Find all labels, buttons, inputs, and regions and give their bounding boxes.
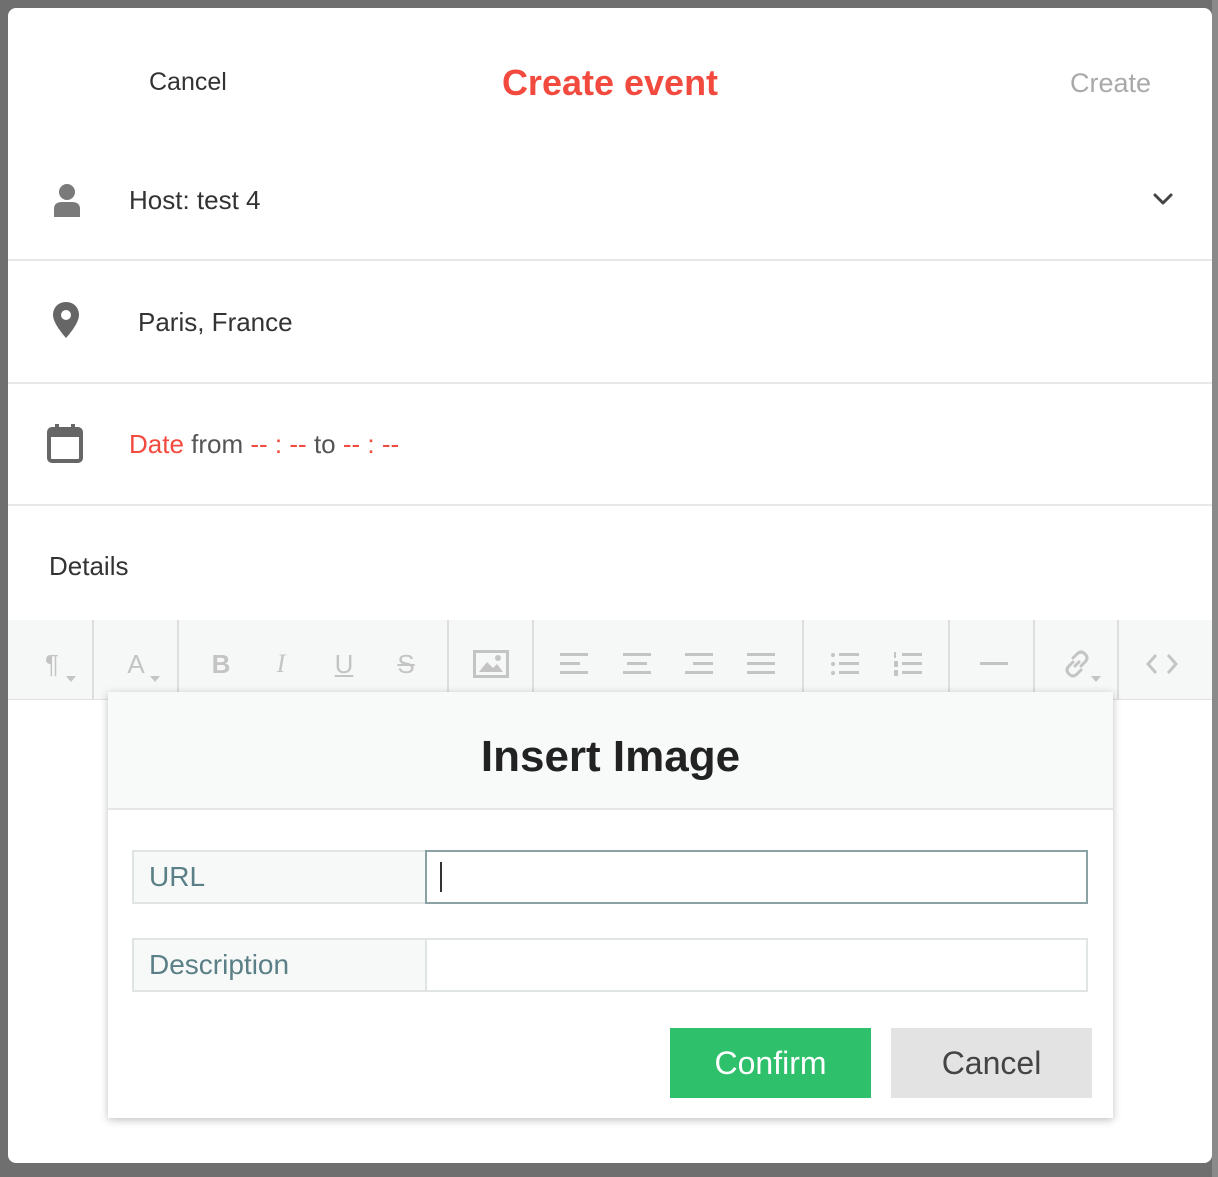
insert-image-button[interactable] [472,646,510,682]
details-row: Details [8,506,1212,628]
modal-title: Create event [501,62,719,103]
bullet-list-button[interactable] [827,646,863,682]
toolbar-group-font: A [94,620,179,700]
toolbar-group-link [1035,620,1119,700]
horizontal-rule-icon [980,662,1008,665]
confirm-button[interactable]: Confirm [670,1028,871,1098]
align-center-button[interactable] [619,646,655,682]
italic-button[interactable]: I [263,646,299,682]
chevron-down-icon[interactable] [1152,188,1174,210]
map-pin-icon [53,302,79,338]
background-right-edge [1212,0,1218,1177]
paragraph-format-button[interactable]: ¶ [34,646,76,682]
caret-down-icon [150,676,160,682]
link-icon [1065,650,1089,678]
location-row[interactable]: Paris, France [8,261,1212,384]
align-justify-icon [747,653,775,674]
bold-button[interactable]: B [203,646,239,682]
description-field-group: Description [132,938,1088,992]
date-from-value[interactable]: -- : -- [250,429,306,459]
caret-down-icon [1091,676,1101,682]
create-button[interactable]: Create [1070,68,1151,99]
font-color-button[interactable]: A [118,646,160,682]
bullet-list-icon [831,653,859,675]
align-left-button[interactable] [556,646,592,682]
italic-icon: I [276,649,286,678]
align-right-button[interactable] [681,646,717,682]
date-label: Date [129,429,184,459]
horizontal-rule-button[interactable] [976,646,1012,682]
toolbar-group-paragraph: ¶ [8,620,94,700]
numbered-list-icon [894,652,922,676]
description-label: Description [132,938,427,992]
description-input[interactable] [425,938,1088,992]
host-label: Host: test 4 [129,185,261,215]
align-center-icon [623,653,651,674]
insert-link-button[interactable] [1059,646,1101,682]
date-from-label: from [191,429,244,459]
toolbar-group-code [1119,620,1212,700]
align-right-icon [685,653,713,674]
paragraph-icon: ¶ [45,648,59,679]
date-to-value[interactable]: -- : -- [343,429,399,459]
details-label: Details [49,551,129,581]
dialog-cancel-button[interactable]: Cancel [891,1028,1092,1098]
font-color-icon: A [127,648,145,679]
date-line: Date from -- : -- to -- : -- [129,429,399,460]
date-to-label: to [313,429,336,459]
align-left-icon [560,653,588,674]
dialog-header: Insert Image [108,692,1113,810]
toolbar-group-hr [950,620,1035,700]
url-input[interactable] [425,850,1088,904]
underline-icon: U [334,648,354,679]
align-justify-button[interactable] [743,646,779,682]
toolbar-group-style: B I U S [179,620,449,700]
toolbar-group-lists [804,620,950,700]
insert-image-dialog: Insert Image URL Description Confirm Can… [108,692,1113,1118]
text-cursor [440,862,442,892]
code-icon [1146,654,1178,674]
underline-button[interactable]: U [326,646,362,682]
date-row[interactable]: Date from -- : -- to -- : -- [8,384,1212,506]
host-row[interactable]: Host: test 4 [8,138,1212,261]
url-label: URL [132,850,427,904]
strikethrough-icon: S [397,648,415,679]
caret-down-icon [66,676,76,682]
strikethrough-button[interactable]: S [388,646,424,682]
bold-icon: B [211,648,231,679]
image-icon [473,650,509,678]
numbered-list-button[interactable] [890,646,926,682]
toolbar-group-align [534,620,804,700]
dialog-title: Insert Image [480,732,741,781]
create-event-modal: Cancel Create event Create Host: test 4 … [8,8,1212,1163]
person-icon [54,184,80,217]
toolbar-group-image [449,620,534,700]
modal-header: Cancel Create event Create [8,8,1212,148]
code-view-button[interactable] [1144,646,1180,682]
url-field-group: URL [132,850,1088,904]
editor-toolbar: ¶ A B I U S [8,620,1212,700]
calendar-icon [47,424,83,463]
location-value: Paris, France [138,307,293,337]
